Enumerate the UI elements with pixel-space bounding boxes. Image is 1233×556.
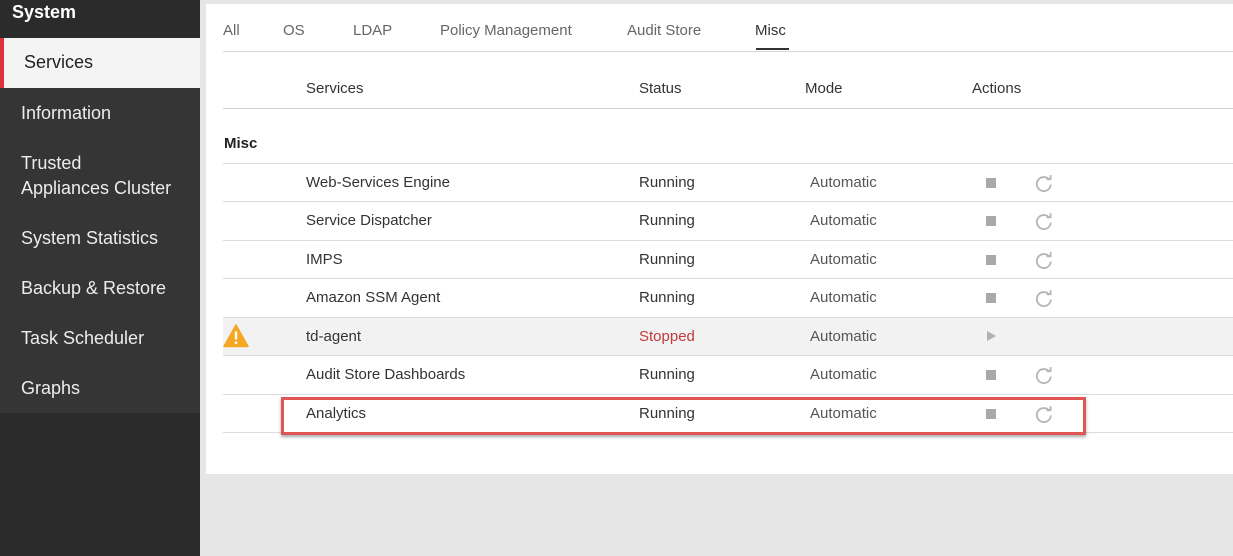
- stop-icon[interactable]: [986, 178, 996, 188]
- service-status: Running: [639, 289, 695, 306]
- table-row: Service Dispatcher Running Automatic: [223, 201, 1233, 240]
- column-header-mode: Mode: [805, 80, 843, 97]
- tab-all[interactable]: All: [223, 22, 240, 39]
- section-title: Misc: [224, 135, 258, 152]
- sidebar-title: System: [12, 2, 77, 22]
- service-mode: Automatic: [810, 328, 877, 345]
- sidebar: System Services Information Trusted Appl…: [0, 0, 200, 556]
- service-mode: Automatic: [810, 174, 877, 191]
- restart-icon[interactable]: [1034, 288, 1054, 308]
- sidebar-item-label: Appliances Cluster: [21, 178, 172, 198]
- service-mode: Automatic: [810, 251, 877, 268]
- sidebar-item-graphs[interactable]: Graphs: [21, 376, 80, 401]
- service-name: Web-Services Engine: [306, 174, 450, 191]
- table-row: Web-Services Engine Running Automatic: [223, 163, 1233, 202]
- service-status: Running: [639, 366, 695, 383]
- service-status: Stopped: [639, 328, 695, 345]
- tab-os[interactable]: OS: [283, 22, 305, 39]
- tab-ldap[interactable]: LDAP: [353, 22, 392, 39]
- stop-icon[interactable]: [986, 216, 996, 226]
- service-name: Service Dispatcher: [306, 212, 432, 229]
- table-row: Amazon SSM Agent Running Automatic: [223, 278, 1233, 317]
- stop-icon[interactable]: [986, 370, 996, 380]
- table-header: Services Status Mode Actions: [223, 52, 1233, 109]
- service-name: td-agent: [306, 328, 362, 345]
- stop-icon[interactable]: [986, 255, 996, 265]
- service-mode: Automatic: [810, 212, 877, 229]
- restart-icon[interactable]: [1034, 365, 1054, 385]
- highlight-box: [281, 397, 1086, 435]
- service-status: Running: [639, 251, 695, 268]
- active-tab-indicator: [756, 48, 789, 50]
- sidebar-item-trusted-appliances-cluster[interactable]: Trusted Appliances Cluster: [21, 151, 171, 201]
- service-status: Running: [639, 212, 695, 229]
- restart-icon[interactable]: [1034, 173, 1054, 193]
- sidebar-item-label: Services: [24, 52, 94, 72]
- service-name: Audit Store Dashboards: [306, 366, 466, 383]
- sidebar-item-label: Trusted: [21, 153, 82, 173]
- column-header-services: Services: [306, 80, 364, 97]
- restart-icon[interactable]: [1034, 211, 1054, 231]
- sidebar-nav: Information Trusted Appliances Cluster S…: [0, 88, 200, 413]
- warning-icon: [223, 324, 249, 348]
- table-row: td-agent Stopped Automatic: [223, 317, 1233, 356]
- table-row: Audit Store Dashboards Running Automatic: [223, 355, 1233, 394]
- play-icon[interactable]: [987, 331, 996, 341]
- tab-policy-management[interactable]: Policy Management: [440, 22, 572, 39]
- service-mode: Automatic: [810, 366, 877, 383]
- service-status: Running: [639, 174, 695, 191]
- sidebar-item-task-scheduler[interactable]: Task Scheduler: [21, 326, 144, 351]
- restart-icon[interactable]: [1034, 250, 1054, 270]
- service-name: Amazon SSM Agent: [306, 289, 441, 306]
- sidebar-item-services[interactable]: Services: [0, 38, 200, 88]
- stop-icon[interactable]: [986, 293, 996, 303]
- column-header-status: Status: [639, 80, 682, 97]
- column-header-actions: Actions: [972, 80, 1022, 97]
- tab-misc[interactable]: Misc: [755, 22, 786, 39]
- tab-audit-store[interactable]: Audit Store: [627, 22, 701, 39]
- table-row: IMPS Running Automatic: [223, 240, 1233, 279]
- sidebar-item-backup-restore[interactable]: Backup & Restore: [21, 276, 166, 301]
- tab-bar: All OS LDAP Policy Management Audit Stor…: [223, 4, 1233, 52]
- sidebar-item-system-statistics[interactable]: System Statistics: [21, 226, 158, 251]
- sidebar-item-information[interactable]: Information: [21, 101, 111, 126]
- service-mode: Automatic: [810, 289, 877, 306]
- service-name: IMPS: [306, 251, 343, 268]
